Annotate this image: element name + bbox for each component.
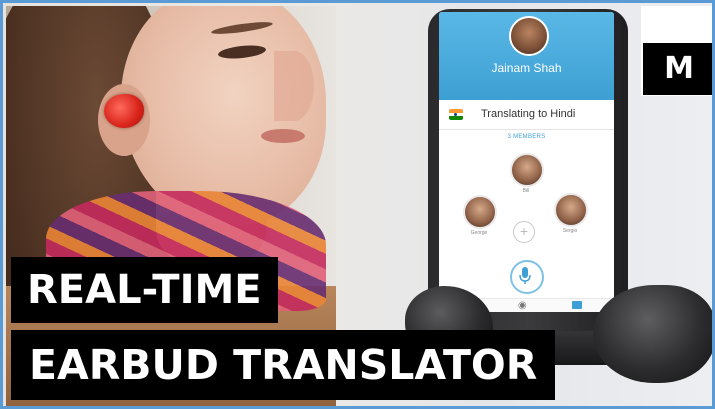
mashable-logo: M xyxy=(643,43,712,95)
phone: Jainam Shah Translating to Hindi 3 MEMBE… xyxy=(428,9,628,331)
black-earbud-right xyxy=(593,285,712,383)
contact-avatar[interactable] xyxy=(509,16,549,56)
red-earbud xyxy=(104,94,144,128)
member-avatar-bill[interactable] xyxy=(510,153,544,187)
lips xyxy=(261,129,305,143)
member-name: Bill xyxy=(522,188,530,194)
mic-button[interactable] xyxy=(510,260,544,294)
member-avatar-sergio[interactable] xyxy=(554,193,588,227)
nose xyxy=(274,51,314,121)
headline-line-2: EARBUD TRANSLATOR xyxy=(29,341,538,389)
translating-label: Translating to Hindi xyxy=(481,108,576,120)
contact-name: Jainam Shah xyxy=(491,61,562,75)
thumbnail-frame: Jainam Shah Translating to Hindi 3 MEMBE… xyxy=(0,0,715,409)
microphone-icon xyxy=(519,267,531,284)
member-avatar-george[interactable] xyxy=(463,195,497,229)
headline-line-1: REAL-TIME xyxy=(27,267,262,313)
contact-header: Jainam Shah xyxy=(439,12,614,100)
translation-language-row[interactable]: Translating to Hindi xyxy=(439,101,614,130)
add-member-icon[interactable]: + xyxy=(513,221,535,243)
headline-line-1-box: REAL-TIME xyxy=(11,257,278,323)
india-flag-icon xyxy=(449,109,463,120)
phone-screen: Jainam Shah Translating to Hindi 3 MEMBE… xyxy=(439,12,614,312)
headline-line-2-box: EARBUD TRANSLATOR xyxy=(11,330,556,400)
member-name: George xyxy=(470,230,488,236)
globe-icon[interactable]: ◉ xyxy=(518,301,527,311)
chat-icon[interactable] xyxy=(572,301,582,309)
members-count: 3 MEMBERS xyxy=(507,134,546,140)
member-name: Sergio xyxy=(562,228,578,234)
logo-letter: M xyxy=(664,51,694,86)
